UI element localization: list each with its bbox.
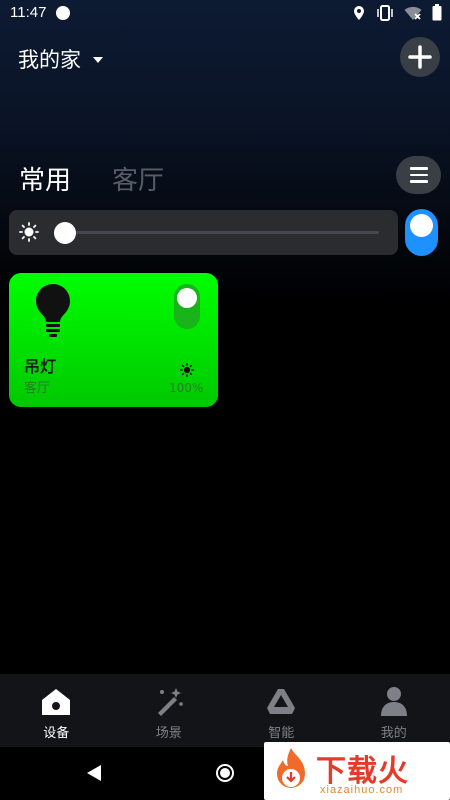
home-icon — [42, 689, 71, 715]
nav-scenes[interactable]: 场景 — [113, 674, 226, 747]
menu-button[interactable] — [396, 156, 441, 194]
toggle-knob — [177, 288, 197, 308]
menu-icon-line — [409, 180, 428, 183]
device-card-chandelier[interactable]: 吊灯 客厅 100% — [9, 273, 218, 407]
automation-icon — [267, 689, 296, 714]
brightness-slider[interactable] — [9, 210, 398, 255]
menu-icon-line — [409, 167, 428, 170]
nav-profile[interactable]: 我的 — [338, 674, 450, 747]
device-power-toggle[interactable] — [174, 284, 200, 329]
home-name: 我的家 — [18, 48, 81, 72]
slider-track[interactable] — [69, 231, 379, 234]
master-power-toggle[interactable] — [405, 209, 438, 256]
vibrate-icon — [376, 4, 394, 25]
sun-icon — [180, 363, 194, 377]
wifi-off-icon — [404, 5, 422, 25]
toggle-knob — [410, 214, 433, 237]
status-icons — [352, 4, 442, 25]
plus-icon — [408, 45, 432, 69]
device-brightness: 100% — [169, 381, 204, 395]
slider-thumb[interactable] — [54, 222, 76, 244]
bottom-nav: 设备 场景 智能 我的 — [0, 674, 450, 747]
nav-label: 智能 — [268, 726, 295, 741]
sun-icon — [19, 222, 39, 242]
menu-icon-line — [409, 173, 428, 177]
tab-favorites[interactable]: 常用 — [19, 160, 71, 197]
magic-wand-icon — [157, 688, 183, 716]
notification-dot-icon — [56, 6, 70, 20]
nav-label: 场景 — [155, 726, 182, 741]
back-icon[interactable] — [86, 764, 102, 782]
nav-devices[interactable]: 设备 — [0, 674, 113, 747]
nav-label: 我的 — [380, 726, 407, 741]
nav-label: 设备 — [43, 726, 70, 741]
flame-logo-icon — [277, 748, 305, 788]
nav-automation[interactable]: 智能 — [225, 674, 338, 747]
device-room: 客厅 — [24, 381, 51, 396]
bulb-icon — [36, 284, 70, 337]
watermark-subtitle: xiazaihuo.com — [320, 784, 404, 796]
status-bar: 11:47 — [0, 0, 450, 26]
system-home-button[interactable] — [216, 764, 234, 782]
user-icon — [380, 687, 407, 716]
device-name: 吊灯 — [24, 357, 57, 376]
watermark: 下载火 xiazaihuo.com — [264, 742, 450, 800]
tab-living-room[interactable]: 客厅 — [112, 160, 164, 197]
status-time: 11:47 — [10, 4, 47, 21]
home-selector[interactable]: 我的家 — [18, 44, 103, 74]
location-icon — [352, 5, 366, 25]
caret-down-icon — [93, 57, 103, 63]
battery-icon — [432, 4, 442, 25]
add-device-button[interactable] — [400, 37, 440, 77]
